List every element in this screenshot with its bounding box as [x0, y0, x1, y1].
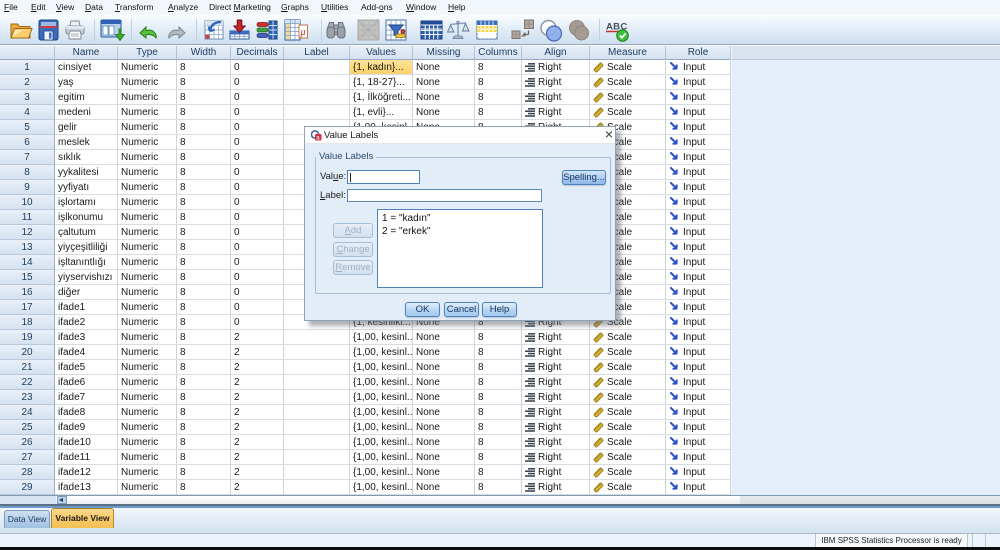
svg-text:μ: μ — [300, 27, 306, 38]
